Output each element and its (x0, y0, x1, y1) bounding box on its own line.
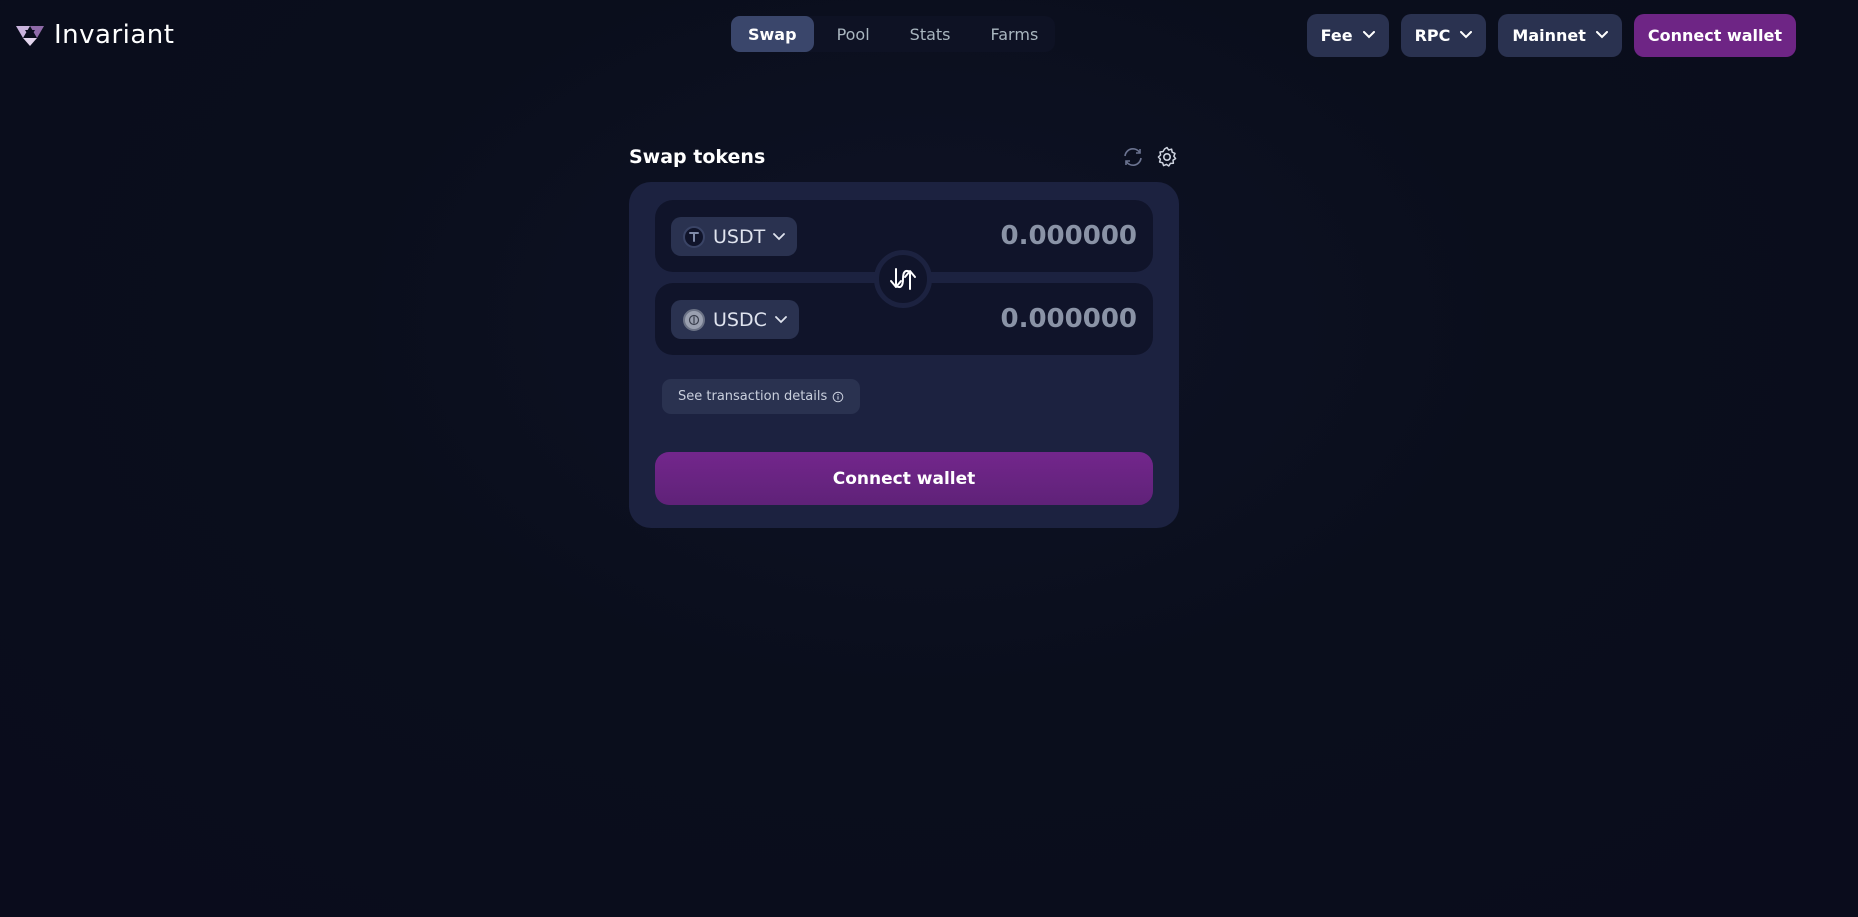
swap-connect-wallet-button[interactable]: Connect wallet (655, 452, 1153, 505)
to-token-select[interactable]: USDC (671, 300, 799, 339)
brand-name: Invariant (54, 20, 175, 50)
invariant-logo-icon (16, 26, 44, 46)
header-actions: Fee RPC Mainnet Connect wallet (1306, 13, 1796, 57)
swap-card: USDT 0.000000 USDC 0.000000 See transact… (629, 182, 1179, 528)
from-token-name: USDT (713, 225, 766, 248)
main-nav: Swap Pool Stats Farms (731, 16, 1056, 52)
transaction-details-button[interactable]: See transaction details (662, 379, 861, 414)
top-header: Invariant Swap Pool Stats Farms Fee RPC … (0, 0, 1858, 70)
nav-tab-swap[interactable]: Swap (731, 16, 814, 52)
header-connect-wallet-button[interactable]: Connect wallet (1633, 13, 1796, 57)
swap-direction-button[interactable] (874, 250, 932, 308)
swap-arrows-icon (890, 268, 916, 290)
brand-logo[interactable]: Invariant (16, 20, 174, 50)
to-token-name: USDC (713, 308, 767, 331)
usdc-logo-icon (683, 308, 705, 331)
rpc-dropdown-button[interactable]: RPC (1400, 13, 1487, 57)
nav-tab-stats[interactable]: Stats (893, 16, 968, 52)
network-dropdown-button[interactable]: Mainnet (1498, 13, 1622, 57)
swap-header: Swap tokens (629, 144, 1179, 170)
chevron-down-icon (1460, 31, 1473, 39)
usdt-logo-icon (683, 225, 705, 248)
swap-panel: Swap tokens USDT 0.000000 USDC 0.000000 … (629, 144, 1179, 528)
chevron-down-icon (774, 315, 787, 323)
transaction-details-label: See transaction details (678, 389, 828, 404)
from-token-select[interactable]: USDT (671, 217, 798, 256)
refresh-icon[interactable] (1121, 145, 1145, 169)
gear-icon[interactable] (1155, 145, 1179, 169)
chevron-down-icon (773, 232, 786, 240)
chevron-down-icon (1362, 31, 1375, 39)
chevron-down-icon (1595, 31, 1608, 39)
fee-label: Fee (1320, 25, 1353, 45)
rpc-label: RPC (1414, 25, 1451, 45)
network-label: Mainnet (1512, 25, 1586, 45)
nav-tab-pool[interactable]: Pool (820, 16, 887, 52)
swap-title: Swap tokens (629, 146, 766, 168)
fee-dropdown-button[interactable]: Fee (1306, 13, 1389, 57)
swap-header-actions (1121, 145, 1179, 169)
info-icon (832, 391, 844, 402)
nav-tab-farms[interactable]: Farms (974, 16, 1056, 52)
